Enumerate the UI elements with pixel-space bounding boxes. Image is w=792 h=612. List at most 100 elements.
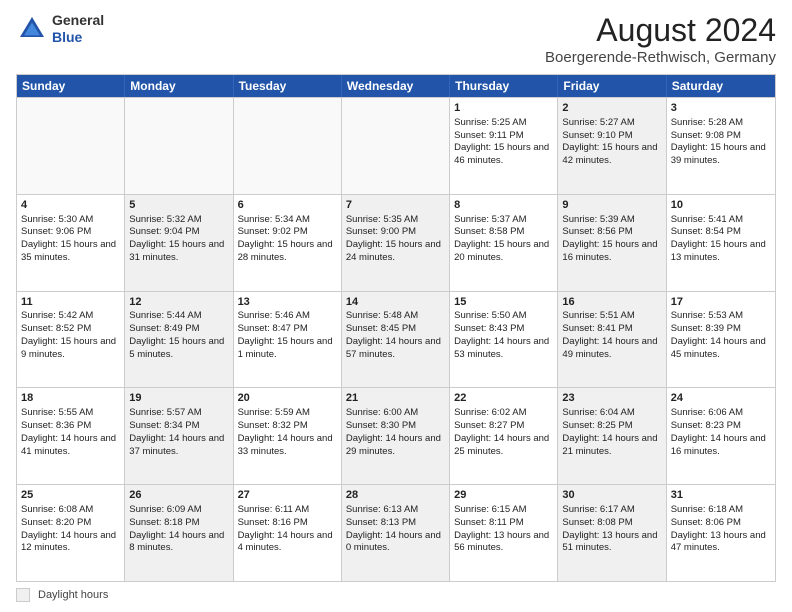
weekday-header-thursday: Thursday (450, 75, 558, 97)
calendar-row-4: 25Sunrise: 6:08 AM Sunset: 8:20 PM Dayli… (17, 484, 775, 581)
weekday-header-saturday: Saturday (667, 75, 775, 97)
cal-cell-1-1: 5Sunrise: 5:32 AM Sunset: 9:04 PM Daylig… (125, 195, 233, 291)
month-year: August 2024 (545, 12, 776, 49)
calendar: SundayMondayTuesdayWednesdayThursdayFrid… (16, 74, 776, 582)
calendar-row-2: 11Sunrise: 5:42 AM Sunset: 8:52 PM Dayli… (17, 291, 775, 388)
day-info: Sunrise: 5:32 AM Sunset: 9:04 PM Dayligh… (129, 214, 227, 263)
title-block: August 2024 Boergerende-Rethwisch, Germa… (545, 12, 776, 66)
calendar-row-3: 18Sunrise: 5:55 AM Sunset: 8:36 PM Dayli… (17, 387, 775, 484)
day-number: 13 (238, 295, 337, 310)
day-number: 10 (671, 198, 771, 213)
day-number: 7 (346, 198, 445, 213)
cal-cell-1-6: 10Sunrise: 5:41 AM Sunset: 8:54 PM Dayli… (667, 195, 775, 291)
cal-cell-1-5: 9Sunrise: 5:39 AM Sunset: 8:56 PM Daylig… (558, 195, 666, 291)
cal-cell-4-2: 27Sunrise: 6:11 AM Sunset: 8:16 PM Dayli… (234, 485, 342, 581)
day-number: 9 (562, 198, 661, 213)
calendar-body: 1Sunrise: 5:25 AM Sunset: 9:11 PM Daylig… (17, 97, 775, 581)
cal-cell-0-3 (342, 98, 450, 194)
day-info: Sunrise: 5:41 AM Sunset: 8:54 PM Dayligh… (671, 214, 769, 263)
logo: General Blue (16, 12, 104, 46)
cal-cell-0-5: 2Sunrise: 5:27 AM Sunset: 9:10 PM Daylig… (558, 98, 666, 194)
legend-label: Daylight hours (38, 589, 108, 601)
day-info: Sunrise: 5:53 AM Sunset: 8:39 PM Dayligh… (671, 310, 769, 359)
weekday-header-tuesday: Tuesday (234, 75, 342, 97)
day-info: Sunrise: 5:44 AM Sunset: 8:49 PM Dayligh… (129, 310, 227, 359)
day-number: 20 (238, 391, 337, 406)
cal-cell-3-1: 19Sunrise: 5:57 AM Sunset: 8:34 PM Dayli… (125, 388, 233, 484)
day-number: 31 (671, 488, 771, 503)
day-number: 26 (129, 488, 228, 503)
day-info: Sunrise: 5:34 AM Sunset: 9:02 PM Dayligh… (238, 214, 336, 263)
cal-cell-0-2 (234, 98, 342, 194)
cal-cell-0-4: 1Sunrise: 5:25 AM Sunset: 9:11 PM Daylig… (450, 98, 558, 194)
cal-cell-3-5: 23Sunrise: 6:04 AM Sunset: 8:25 PM Dayli… (558, 388, 666, 484)
day-number: 25 (21, 488, 120, 503)
day-info: Sunrise: 5:30 AM Sunset: 9:06 PM Dayligh… (21, 214, 119, 263)
cal-cell-3-4: 22Sunrise: 6:02 AM Sunset: 8:27 PM Dayli… (450, 388, 558, 484)
day-info: Sunrise: 5:55 AM Sunset: 8:36 PM Dayligh… (21, 407, 119, 456)
cal-cell-2-4: 15Sunrise: 5:50 AM Sunset: 8:43 PM Dayli… (450, 292, 558, 388)
day-number: 22 (454, 391, 553, 406)
day-number: 12 (129, 295, 228, 310)
day-number: 5 (129, 198, 228, 213)
cal-cell-4-3: 28Sunrise: 6:13 AM Sunset: 8:13 PM Dayli… (342, 485, 450, 581)
day-number: 19 (129, 391, 228, 406)
cal-cell-1-0: 4Sunrise: 5:30 AM Sunset: 9:06 PM Daylig… (17, 195, 125, 291)
weekday-header-wednesday: Wednesday (342, 75, 450, 97)
cal-cell-3-0: 18Sunrise: 5:55 AM Sunset: 8:36 PM Dayli… (17, 388, 125, 484)
day-info: Sunrise: 5:39 AM Sunset: 8:56 PM Dayligh… (562, 214, 660, 263)
day-info: Sunrise: 5:51 AM Sunset: 8:41 PM Dayligh… (562, 310, 660, 359)
logo-text: General Blue (52, 12, 104, 46)
cal-cell-4-4: 29Sunrise: 6:15 AM Sunset: 8:11 PM Dayli… (450, 485, 558, 581)
day-number: 24 (671, 391, 771, 406)
day-number: 29 (454, 488, 553, 503)
cal-cell-3-2: 20Sunrise: 5:59 AM Sunset: 8:32 PM Dayli… (234, 388, 342, 484)
logo-icon (16, 13, 48, 45)
day-number: 14 (346, 295, 445, 310)
day-number: 6 (238, 198, 337, 213)
day-number: 2 (562, 101, 661, 116)
day-number: 8 (454, 198, 553, 213)
day-number: 23 (562, 391, 661, 406)
cal-cell-4-5: 30Sunrise: 6:17 AM Sunset: 8:08 PM Dayli… (558, 485, 666, 581)
day-info: Sunrise: 6:13 AM Sunset: 8:13 PM Dayligh… (346, 504, 444, 553)
cal-cell-0-0 (17, 98, 125, 194)
day-info: Sunrise: 5:28 AM Sunset: 9:08 PM Dayligh… (671, 117, 769, 166)
day-info: Sunrise: 6:02 AM Sunset: 8:27 PM Dayligh… (454, 407, 552, 456)
calendar-header: SundayMondayTuesdayWednesdayThursdayFrid… (17, 75, 775, 97)
day-number: 17 (671, 295, 771, 310)
day-info: Sunrise: 5:25 AM Sunset: 9:11 PM Dayligh… (454, 117, 552, 166)
day-info: Sunrise: 6:00 AM Sunset: 8:30 PM Dayligh… (346, 407, 444, 456)
cal-cell-2-6: 17Sunrise: 5:53 AM Sunset: 8:39 PM Dayli… (667, 292, 775, 388)
day-info: Sunrise: 5:46 AM Sunset: 8:47 PM Dayligh… (238, 310, 336, 359)
legend-box (16, 588, 30, 602)
day-number: 4 (21, 198, 120, 213)
cal-cell-1-4: 8Sunrise: 5:37 AM Sunset: 8:58 PM Daylig… (450, 195, 558, 291)
location: Boergerende-Rethwisch, Germany (545, 49, 776, 66)
day-number: 16 (562, 295, 661, 310)
day-info: Sunrise: 5:35 AM Sunset: 9:00 PM Dayligh… (346, 214, 444, 263)
day-info: Sunrise: 5:27 AM Sunset: 9:10 PM Dayligh… (562, 117, 660, 166)
calendar-row-1: 4Sunrise: 5:30 AM Sunset: 9:06 PM Daylig… (17, 194, 775, 291)
day-info: Sunrise: 5:59 AM Sunset: 8:32 PM Dayligh… (238, 407, 336, 456)
day-number: 1 (454, 101, 553, 116)
header: General Blue August 2024 Boergerende-Ret… (16, 12, 776, 66)
calendar-row-0: 1Sunrise: 5:25 AM Sunset: 9:11 PM Daylig… (17, 97, 775, 194)
day-number: 15 (454, 295, 553, 310)
page: General Blue August 2024 Boergerende-Ret… (0, 0, 792, 612)
day-info: Sunrise: 6:04 AM Sunset: 8:25 PM Dayligh… (562, 407, 660, 456)
weekday-header-monday: Monday (125, 75, 233, 97)
day-number: 11 (21, 295, 120, 310)
day-info: Sunrise: 5:50 AM Sunset: 8:43 PM Dayligh… (454, 310, 552, 359)
cal-cell-4-6: 31Sunrise: 6:18 AM Sunset: 8:06 PM Dayli… (667, 485, 775, 581)
day-info: Sunrise: 5:48 AM Sunset: 8:45 PM Dayligh… (346, 310, 444, 359)
weekday-header-friday: Friday (558, 75, 666, 97)
cal-cell-2-2: 13Sunrise: 5:46 AM Sunset: 8:47 PM Dayli… (234, 292, 342, 388)
day-number: 27 (238, 488, 337, 503)
day-number: 30 (562, 488, 661, 503)
day-info: Sunrise: 5:57 AM Sunset: 8:34 PM Dayligh… (129, 407, 227, 456)
weekday-header-sunday: Sunday (17, 75, 125, 97)
day-number: 18 (21, 391, 120, 406)
day-info: Sunrise: 6:08 AM Sunset: 8:20 PM Dayligh… (21, 504, 119, 553)
cal-cell-2-5: 16Sunrise: 5:51 AM Sunset: 8:41 PM Dayli… (558, 292, 666, 388)
